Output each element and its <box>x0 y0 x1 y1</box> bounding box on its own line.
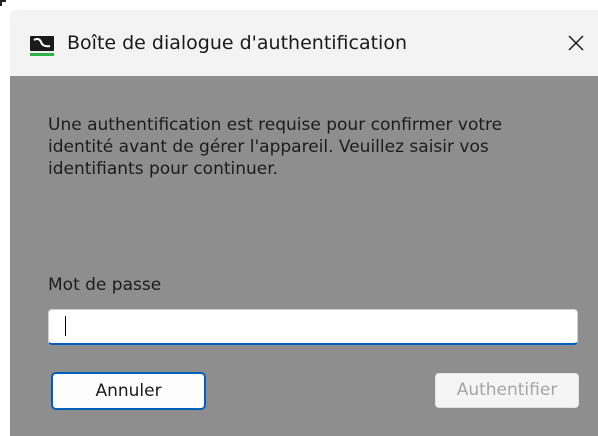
message-line: identité avant de gérer l'appareil. Veui… <box>48 137 489 157</box>
authenticate-button[interactable]: Authentifier <box>435 373 579 408</box>
auth-dialog: Boîte de dialogue d'authentification Une… <box>10 10 598 436</box>
corner-mark <box>0 0 6 6</box>
close-button[interactable] <box>558 26 594 60</box>
title-bar[interactable]: Boîte de dialogue d'authentification <box>10 10 598 76</box>
password-input[interactable] <box>48 309 578 345</box>
close-icon <box>568 35 584 51</box>
cancel-button[interactable]: Annuler <box>51 372 206 410</box>
message-line: identifiants pour continuer. <box>48 159 279 179</box>
message-line: Une authentification est requise pour co… <box>48 115 503 135</box>
auth-message: Une authentification est requise pour co… <box>48 114 578 180</box>
text-caret <box>65 316 66 336</box>
password-label: Mot de passe <box>48 275 162 295</box>
screen: Boîte de dialogue d'authentification Une… <box>0 0 598 436</box>
dialog-title: Boîte de dialogue d'authentification <box>67 32 407 54</box>
sennheiser-logo-icon <box>30 36 54 56</box>
